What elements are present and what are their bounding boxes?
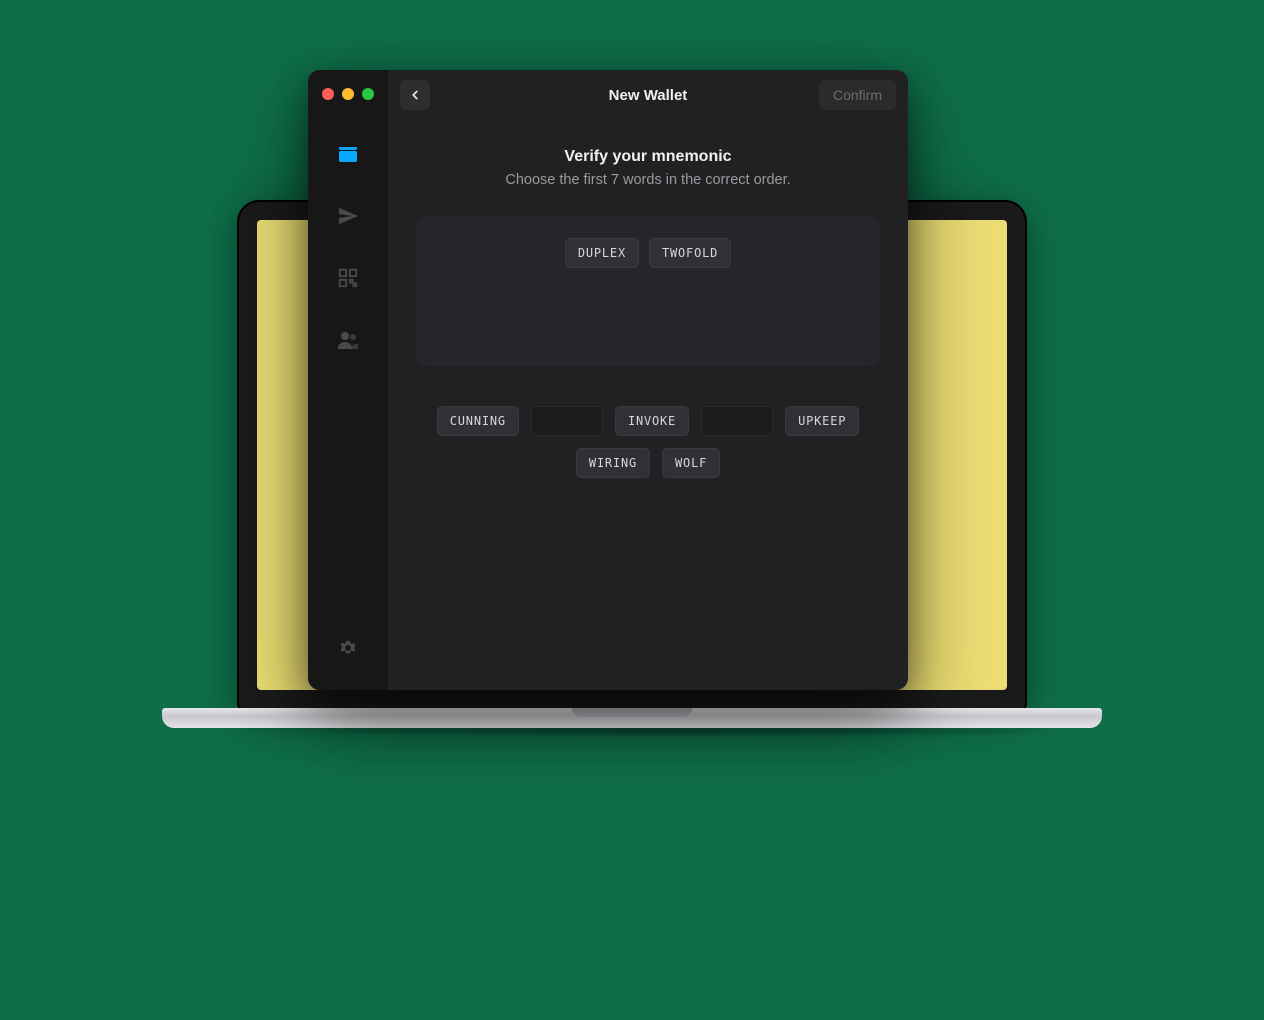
laptop-base bbox=[237, 708, 1027, 734]
available-word[interactable]: WIRING bbox=[576, 448, 650, 478]
content-heading: Verify your mnemonic bbox=[564, 148, 731, 166]
available-word[interactable]: INVOKE bbox=[615, 406, 689, 436]
back-button[interactable] bbox=[400, 80, 430, 110]
available-words-panel: CUNNING INVOKE UPKEEP WIRING WOLF bbox=[416, 406, 880, 478]
sidebar-item-wallet[interactable] bbox=[334, 140, 362, 168]
chevron-left-icon bbox=[408, 88, 422, 102]
gear-icon bbox=[338, 638, 358, 658]
app-window: New Wallet Confirm Verify your mnemonic … bbox=[308, 70, 908, 690]
selected-words-panel: DUPLEX TWOFOLD bbox=[416, 216, 880, 366]
laptop-notch bbox=[572, 708, 692, 717]
contacts-icon bbox=[336, 328, 360, 352]
wallet-icon bbox=[336, 142, 360, 166]
confirm-button[interactable]: Confirm bbox=[819, 80, 896, 110]
topbar: New Wallet Confirm bbox=[388, 70, 908, 120]
sidebar-item-send[interactable] bbox=[334, 202, 362, 230]
available-word[interactable]: UPKEEP bbox=[785, 406, 859, 436]
minimize-window-button[interactable] bbox=[342, 88, 354, 100]
close-window-button[interactable] bbox=[322, 88, 334, 100]
content-subheading: Choose the first 7 words in the correct … bbox=[505, 172, 790, 188]
sidebar-item-settings[interactable] bbox=[334, 634, 362, 662]
qr-icon bbox=[337, 267, 359, 289]
page-title: New Wallet bbox=[609, 87, 688, 104]
available-word-used bbox=[701, 406, 773, 436]
content-area: Verify your mnemonic Choose the first 7 … bbox=[388, 120, 908, 478]
window-traffic-lights bbox=[322, 88, 374, 100]
selected-word[interactable]: TWOFOLD bbox=[649, 238, 731, 268]
laptop-hinge bbox=[162, 708, 1102, 728]
available-word[interactable]: WOLF bbox=[662, 448, 720, 478]
selected-word[interactable]: DUPLEX bbox=[565, 238, 639, 268]
available-word[interactable]: CUNNING bbox=[437, 406, 519, 436]
send-icon bbox=[337, 205, 359, 227]
main-content: New Wallet Confirm Verify your mnemonic … bbox=[388, 70, 908, 690]
available-word-used bbox=[531, 406, 603, 436]
sidebar-item-qr[interactable] bbox=[334, 264, 362, 292]
maximize-window-button[interactable] bbox=[362, 88, 374, 100]
sidebar bbox=[308, 70, 388, 690]
sidebar-item-contacts[interactable] bbox=[334, 326, 362, 354]
nav-items bbox=[334, 140, 362, 634]
